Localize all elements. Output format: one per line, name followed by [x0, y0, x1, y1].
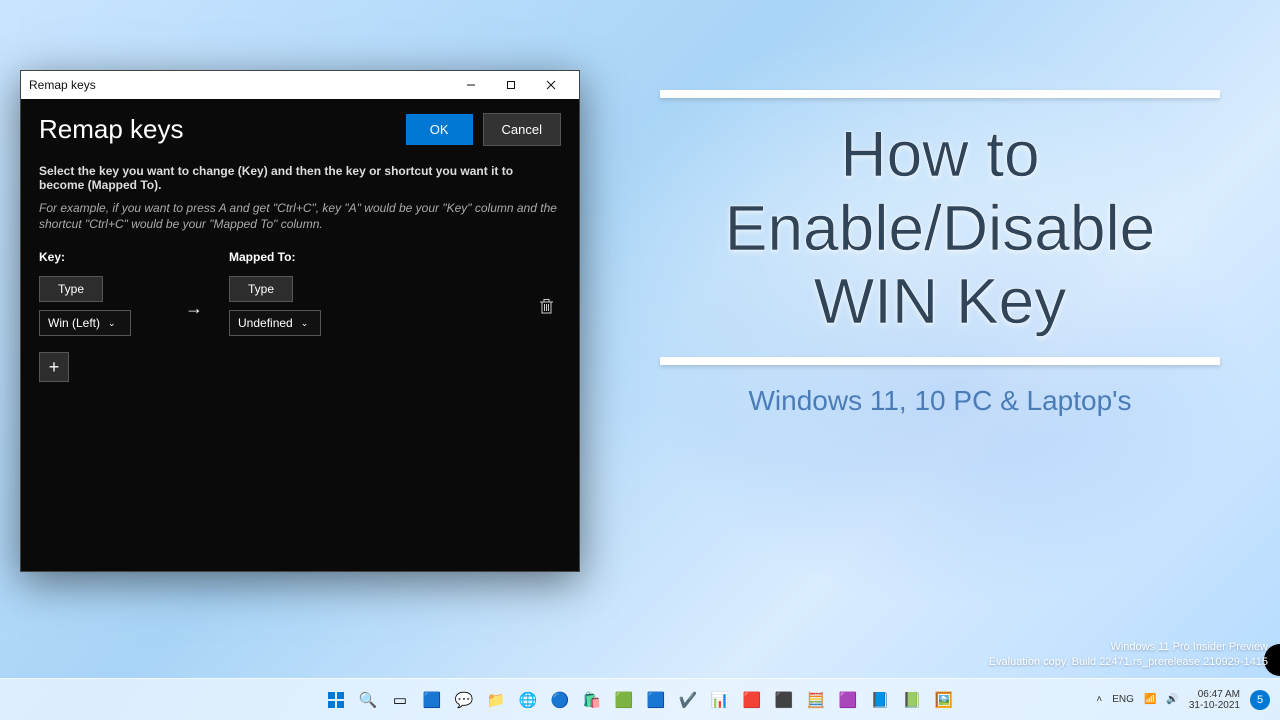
mapped-column-label: Mapped To:	[229, 250, 349, 264]
clock-date: 31-10-2021	[1189, 700, 1240, 711]
taskbar[interactable]: 🔍 ▭ 🟦 💬 📁 🌐 🔵 🛍️ 🟩 🟦 ✔️ 📊 🟥 ⬛ 🧮 🟪 📘 📗 🖼️…	[0, 678, 1280, 720]
explorer-icon[interactable]: 📁	[483, 687, 509, 713]
app-icon[interactable]: 🖼️	[931, 687, 957, 713]
dialog-body: Select the key you want to change (Key) …	[21, 160, 579, 386]
dialog-header: Remap keys OK Cancel	[21, 99, 579, 160]
widgets-icon[interactable]: 🟦	[419, 687, 445, 713]
key-column-label: Key:	[39, 250, 159, 264]
ok-button[interactable]: OK	[406, 114, 473, 145]
store-icon[interactable]: 🛍️	[579, 687, 605, 713]
key-select-value: Win (Left)	[48, 316, 100, 330]
watermark-line1: Windows 11 Pro Insider Preview	[989, 640, 1268, 655]
mapped-select[interactable]: Undefined ⌄	[229, 310, 321, 336]
clock[interactable]: 06:47 AM 31-10-2021	[1189, 689, 1240, 711]
promo-title-line1: How to	[640, 118, 1240, 192]
tray-chevron-icon[interactable]: ˄	[1096, 694, 1102, 705]
app-icon[interactable]: 📘	[867, 687, 893, 713]
add-row-button[interactable]: +	[39, 352, 69, 382]
dialog-title: Remap keys	[39, 114, 406, 145]
app-icon[interactable]: 📗	[899, 687, 925, 713]
promo-bar-top	[660, 90, 1220, 98]
promo-title-line2: Enable/Disable	[640, 192, 1240, 266]
minimize-button[interactable]	[451, 71, 491, 99]
volume-icon[interactable]: 🔊	[1166, 694, 1178, 705]
app-icon[interactable]: ⬛	[771, 687, 797, 713]
arrow-right-icon: →	[159, 276, 229, 319]
maximize-button[interactable]	[491, 71, 531, 99]
chrome-icon[interactable]: 🔵	[547, 687, 573, 713]
chevron-down-icon: ⌄	[108, 318, 116, 329]
close-button[interactable]	[531, 71, 571, 99]
mapped-type-button[interactable]: Type	[229, 276, 293, 302]
delete-row-button[interactable]	[531, 276, 561, 314]
taskview-icon[interactable]: ▭	[387, 687, 413, 713]
promo-bar-bottom	[660, 357, 1220, 365]
app-icon[interactable]: 🟦	[643, 687, 669, 713]
chevron-down-icon: ⌄	[301, 318, 309, 329]
chat-icon[interactable]: 💬	[451, 687, 477, 713]
taskbar-center: 🔍 ▭ 🟦 💬 📁 🌐 🔵 🛍️ 🟩 🟦 ✔️ 📊 🟥 ⬛ 🧮 🟪 📘 📗 🖼️	[323, 687, 957, 713]
app-icon[interactable]: 🟪	[835, 687, 861, 713]
watermark-line2: Evaluation copy. Build 22471.rs_prerelea…	[989, 655, 1268, 670]
language-indicator[interactable]: ENG	[1112, 694, 1134, 705]
windows-watermark: Windows 11 Pro Insider Preview Evaluatio…	[989, 640, 1268, 670]
taskbar-right: ˄ ENG 📶 🔊 06:47 AM 31-10-2021 5	[1096, 689, 1270, 711]
column-headers: Key: Mapped To:	[39, 246, 561, 272]
window-titlebar[interactable]: Remap keys	[21, 71, 579, 99]
trash-icon	[539, 298, 554, 314]
app-icon[interactable]: 📊	[707, 687, 733, 713]
key-select[interactable]: Win (Left) ⌄	[39, 310, 131, 336]
example-text: For example, if you want to press A and …	[39, 200, 561, 232]
search-icon[interactable]: 🔍	[355, 687, 381, 713]
remap-keys-dialog: Remap keys Remap keys OK Cancel Select t…	[20, 70, 580, 572]
key-type-button[interactable]: Type	[39, 276, 103, 302]
edge-icon[interactable]: 🌐	[515, 687, 541, 713]
cancel-button[interactable]: Cancel	[483, 113, 561, 146]
app-icon[interactable]: 🟥	[739, 687, 765, 713]
app-icon[interactable]: ✔️	[675, 687, 701, 713]
notification-badge[interactable]: 5	[1250, 690, 1270, 710]
promo-overlay: How to Enable/Disable WIN Key Windows 11…	[640, 90, 1240, 417]
promo-title-line3: WIN Key	[640, 265, 1240, 339]
mapped-select-value: Undefined	[238, 316, 293, 330]
clock-time: 06:47 AM	[1189, 689, 1240, 700]
calculator-icon[interactable]: 🧮	[803, 687, 829, 713]
promo-subtitle: Windows 11, 10 PC & Laptop's	[640, 385, 1240, 417]
instruction-text: Select the key you want to change (Key) …	[39, 164, 561, 192]
window-title: Remap keys	[29, 78, 96, 92]
start-button[interactable]	[323, 687, 349, 713]
app-icon[interactable]: 🟩	[611, 687, 637, 713]
wifi-icon[interactable]: 📶	[1144, 694, 1156, 705]
mapping-row: Type Win (Left) ⌄ → Type Undefined ⌄	[39, 272, 561, 336]
